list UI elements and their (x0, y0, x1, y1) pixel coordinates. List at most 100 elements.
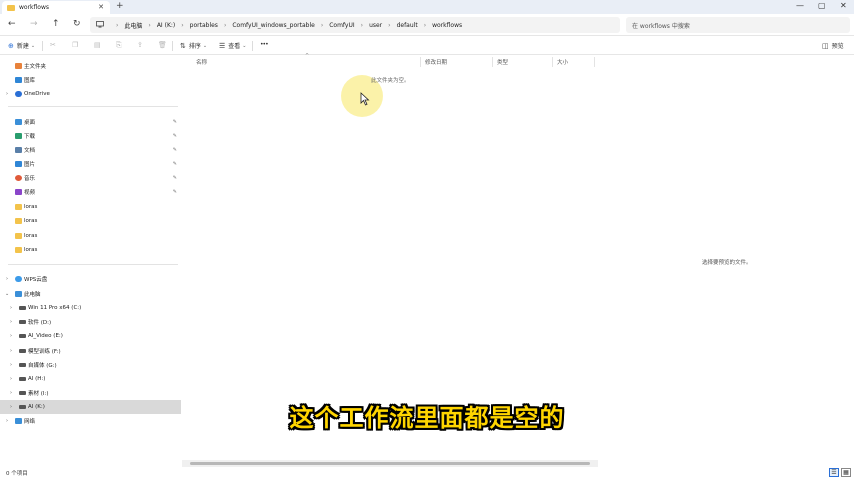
sidebar-item-loras[interactable]: loras (0, 243, 181, 257)
paste-icon[interactable]: ▤ (94, 41, 101, 49)
sidebar-item-loras[interactable]: loras (0, 214, 181, 228)
sort-button[interactable]: ⇅ 排序 ⌄ (180, 41, 207, 51)
chevron-right-icon[interactable]: › (10, 333, 12, 339)
view-icon: ☰ (219, 41, 226, 50)
column-header-size[interactable]: 大小 (557, 58, 568, 66)
chevron-right-icon[interactable]: › (10, 376, 12, 382)
sidebar-item-videos[interactable]: 视频 ✎ (0, 185, 181, 199)
drive-icon (19, 391, 26, 395)
sidebar-item-label: 自媒体 (G:) (28, 363, 57, 369)
chevron-right-icon[interactable]: › (10, 362, 12, 368)
sidebar-item-label: 素材 (I:) (28, 391, 49, 397)
drive-icon (19, 320, 26, 324)
item-count: 0 个项目 (6, 471, 28, 477)
sidebar-item-label: 文档 (24, 148, 36, 154)
sidebar-item-drive-f[interactable]: › 模型训练 (F:) (0, 344, 181, 358)
sidebar-item-loras[interactable]: loras (0, 229, 181, 243)
sidebar-item-label: 图片 (24, 162, 36, 168)
sidebar-item-label: AI_Video (E:) (28, 333, 63, 339)
sidebar-item-loras[interactable]: loras (0, 200, 181, 214)
chevron-right-icon[interactable]: › (10, 348, 12, 354)
sidebar-item-label: 视频 (24, 190, 36, 196)
sidebar-item-wps-cloud[interactable]: › WPS云盘 (0, 272, 181, 286)
sidebar-item-label: 软件 (D:) (28, 320, 52, 326)
address-bar[interactable]: › 此电脑 › AI (K:) › portables › ComfyUI_wi… (90, 17, 620, 33)
sidebar-item-drive-c[interactable]: › Win 11 Pro x64 (C:) (0, 301, 181, 315)
pin-icon: ✎ (172, 189, 177, 195)
sidebar-item-music[interactable]: 音乐 ✎ (0, 171, 181, 185)
breadcrumb-workflows[interactable]: workflows (432, 22, 462, 29)
details-pane-button[interactable]: ◫ 预览 (822, 41, 844, 51)
minimize-button[interactable]: — (796, 1, 804, 10)
sidebar-item-documents[interactable]: 文档 ✎ (0, 143, 181, 157)
breadcrumb-comfyui[interactable]: ComfyUI (329, 22, 354, 29)
monitor-icon (15, 291, 22, 297)
view-button[interactable]: ☰ 查看 ⌄ (219, 41, 247, 51)
maximize-button[interactable]: ▢ (818, 1, 826, 10)
pin-icon: ✎ (172, 147, 177, 153)
tiles-view-button[interactable]: ▦ (841, 468, 851, 477)
chevron-right-icon[interactable]: › (10, 319, 12, 325)
tab-close-icon[interactable]: ✕ (98, 3, 104, 11)
breadcrumb-portables[interactable]: portables (190, 22, 218, 29)
back-button[interactable]: ← (8, 19, 16, 29)
pin-icon: ✎ (172, 161, 177, 167)
sort-indicator-icon: ^ (305, 53, 310, 59)
preview-message: 选择要预览的文件。 (702, 260, 752, 266)
pictures-icon (15, 161, 22, 167)
cut-icon[interactable]: ✂ (50, 41, 56, 49)
chevron-down-icon[interactable]: ⌄ (5, 291, 9, 297)
sidebar-item-this-pc[interactable]: ⌄ 此电脑 (0, 287, 181, 301)
close-window-button[interactable]: ✕ (840, 1, 847, 10)
up-button[interactable]: ↑ (52, 19, 60, 29)
breadcrumb-drive-k[interactable]: AI (K:) (157, 22, 175, 29)
column-header-date-modified[interactable]: 修改日期 (425, 58, 447, 66)
chevron-right-icon[interactable]: › (6, 276, 8, 282)
new-tab-button[interactable]: + (116, 1, 124, 11)
sidebar-item-desktop[interactable]: 桌面 ✎ (0, 115, 181, 129)
column-header-type[interactable]: 类型 (497, 58, 508, 66)
pin-icon: ✎ (172, 119, 177, 125)
drive-icon (19, 349, 26, 353)
gallery-icon (15, 77, 22, 83)
sidebar-item-label: WPS云盘 (24, 277, 48, 283)
sidebar-item-label: 下载 (24, 134, 36, 140)
scrollbar-thumb[interactable] (190, 462, 590, 465)
sidebar-item-downloads[interactable]: 下载 ✎ (0, 129, 181, 143)
sidebar-item-label: 音乐 (24, 176, 36, 182)
new-button[interactable]: ⊕ 新建 ⌄ (8, 41, 35, 51)
folder-icon (15, 204, 22, 210)
chevron-right-icon[interactable]: › (10, 390, 12, 396)
drive-icon (19, 377, 26, 381)
sidebar-item-pictures[interactable]: 图片 ✎ (0, 157, 181, 171)
share-icon[interactable]: ⇪ (137, 41, 143, 49)
delete-icon[interactable]: 🗑 (158, 41, 167, 49)
breadcrumb-user[interactable]: user (369, 22, 382, 29)
column-header-name[interactable]: 名称 (196, 58, 207, 66)
pin-icon: ✎ (172, 133, 177, 139)
breadcrumb-this-pc[interactable]: 此电脑 (124, 21, 142, 30)
monitor-icon (96, 20, 104, 30)
details-view-button[interactable]: ☰ (829, 468, 839, 477)
breadcrumb-comfyui-portable[interactable]: ComfyUI_windows_portable (232, 22, 314, 29)
sidebar-item-drive-e[interactable]: › AI_Video (E:) (0, 329, 181, 343)
sidebar-item-drive-g[interactable]: › 自媒体 (G:) (0, 358, 181, 372)
tab-workflows[interactable]: workflows ✕ (2, 1, 110, 14)
search-input[interactable]: 在 workflows 中搜索 (626, 17, 850, 33)
sidebar-item-gallery[interactable]: 图库 (0, 73, 181, 87)
rename-icon[interactable]: ⎘ (116, 41, 122, 50)
sidebar-item-home[interactable]: 主文件夹 (0, 59, 181, 73)
sidebar-item-drive-d[interactable]: › 软件 (D:) (0, 315, 181, 329)
forward-button[interactable]: → (30, 19, 38, 29)
more-options-button[interactable]: ••• (260, 41, 269, 48)
sidebar-item-onedrive[interactable]: › OneDrive (0, 87, 181, 101)
download-icon (15, 133, 22, 139)
plus-circle-icon: ⊕ (8, 41, 14, 50)
sidebar-item-drive-h[interactable]: › AI (H:) (0, 372, 181, 386)
sidebar-item-label: loras (24, 218, 38, 224)
copy-icon[interactable]: ❐ (72, 41, 78, 49)
refresh-button[interactable]: ↻ (73, 19, 81, 29)
chevron-right-icon[interactable]: › (6, 91, 8, 97)
chevron-right-icon[interactable]: › (10, 305, 12, 311)
breadcrumb-default[interactable]: default (397, 22, 418, 29)
